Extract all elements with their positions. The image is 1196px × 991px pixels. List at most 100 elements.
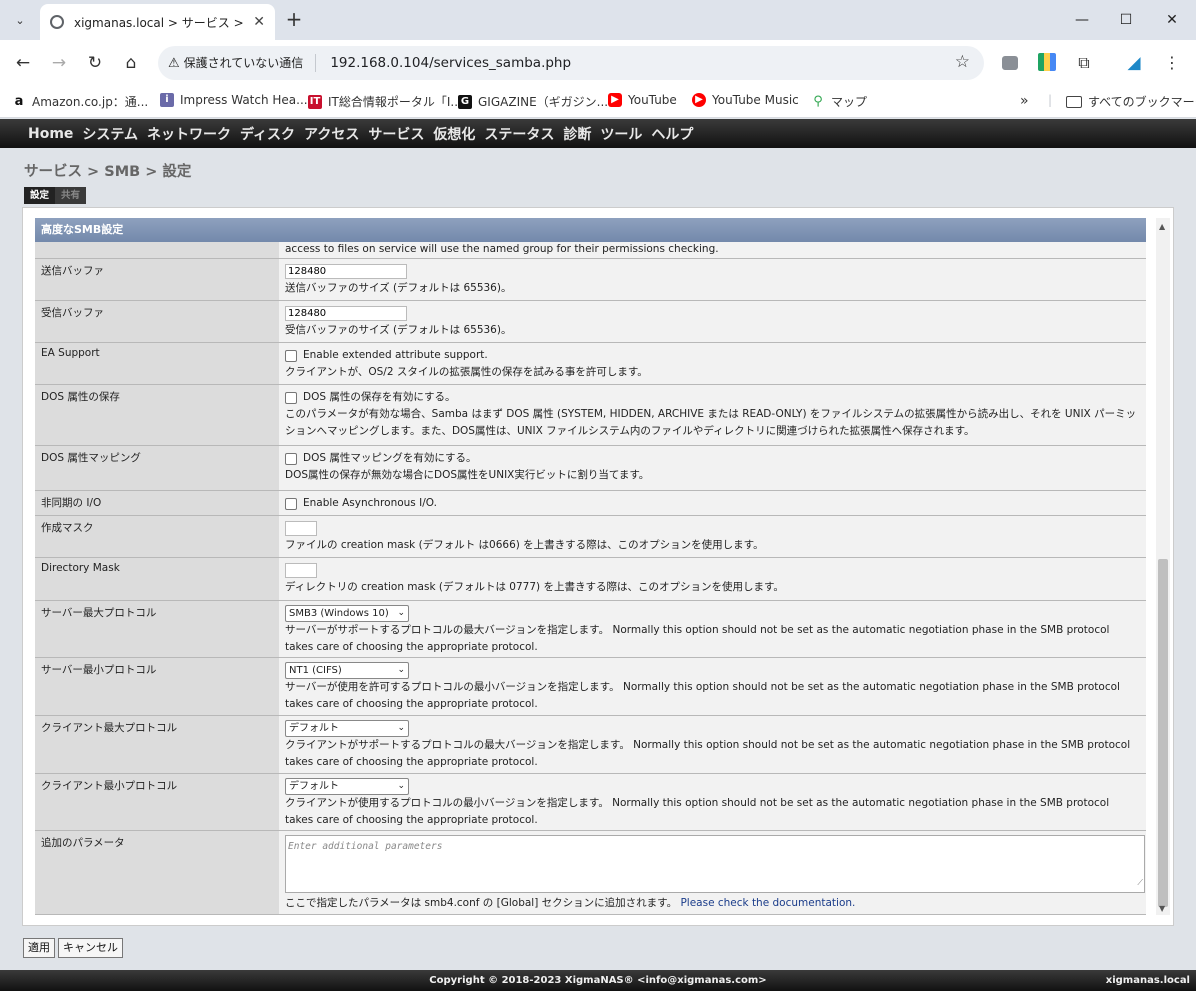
cancel-button[interactable]: キャンセル bbox=[58, 938, 123, 958]
ea-support-checkbox[interactable] bbox=[285, 349, 297, 362]
row-label: 非同期の I/O bbox=[35, 491, 279, 515]
tab-search-chevron-icon[interactable]: ⌄ bbox=[8, 8, 32, 32]
tab-shares[interactable]: 共有 bbox=[55, 187, 86, 204]
table-row: DOS 属性マッピング DOS 属性マッピングを有効にする。 DOS属性の保存が無… bbox=[35, 446, 1146, 491]
bookmarks-bar: a Amazon.co.jp：通... i Impress Watch Hea...… bbox=[0, 86, 1196, 118]
nav-disks[interactable]: ディスク bbox=[240, 124, 295, 144]
bookmark-label: YouTube bbox=[628, 93, 677, 107]
nav-services[interactable]: サービス bbox=[368, 124, 424, 144]
send-buffer-input[interactable] bbox=[285, 264, 407, 279]
browser-tab[interactable]: xigmanas.local > サービス > SMB ✕ bbox=[40, 4, 275, 40]
table-row: 非同期の I/O Enable Asynchronous I/O. bbox=[35, 491, 1146, 516]
url-text[interactable]: 192.168.0.104/services_samba.php bbox=[330, 55, 571, 71]
async-io-checkbox[interactable] bbox=[285, 497, 297, 510]
client-max-protocol-select[interactable]: デフォルト ⌄ bbox=[285, 720, 409, 737]
nav-diagnostics[interactable]: 診断 bbox=[563, 124, 591, 144]
nav-status[interactable]: ステータス bbox=[484, 124, 554, 144]
bookmark-gigazine[interactable]: G GIGAZINE（ギガジン... bbox=[458, 93, 608, 110]
hostname-text: xigmanas.local bbox=[1105, 975, 1190, 986]
server-min-protocol-select[interactable]: NT1 (CIFS) ⌄ bbox=[285, 662, 409, 679]
row-label: 受信バッファ bbox=[35, 301, 279, 342]
maximize-icon[interactable]: ☐ bbox=[1112, 8, 1140, 32]
select-value: デフォルト bbox=[289, 723, 339, 734]
documentation-link[interactable]: Please check the documentation. bbox=[680, 897, 855, 909]
select-value: NT1 (CIFS) bbox=[289, 665, 342, 676]
scroll-up-arrow-icon[interactable]: ▲ bbox=[1159, 222, 1165, 231]
bookmark-label: IT総合情報ポータル「I... bbox=[328, 95, 462, 109]
dos-map-checkbox[interactable] bbox=[285, 452, 297, 465]
nav-help[interactable]: ヘルプ bbox=[651, 124, 693, 144]
home-icon[interactable]: ⌂ bbox=[119, 52, 143, 74]
client-min-protocol-select[interactable]: デフォルト ⌄ bbox=[285, 778, 409, 795]
dolphin-extension-icon[interactable]: ◢ bbox=[1122, 52, 1146, 74]
nav-network[interactable]: ネットワーク bbox=[147, 124, 231, 144]
resize-grip-icon[interactable]: ⟋ bbox=[1137, 874, 1143, 891]
it-icon: IT bbox=[308, 94, 322, 109]
nav-virtualization[interactable]: 仮想化 bbox=[433, 124, 475, 144]
youtube-icon: ▶ bbox=[608, 93, 622, 107]
row-desc: クライアントが、OS/2 スタイルの拡張属性の保存を試みる事を許可します。 bbox=[285, 366, 648, 378]
tab-close-icon[interactable]: ✕ bbox=[253, 14, 265, 30]
row-desc: 受信バッファのサイズ (デフォルトは 65536)。 bbox=[285, 324, 512, 336]
nav-tools[interactable]: ツール bbox=[600, 124, 642, 144]
security-label[interactable]: 保護されていない通信 bbox=[184, 54, 317, 72]
row-label: DOS 属性の保存 bbox=[35, 385, 279, 445]
back-arrow-icon[interactable]: ← bbox=[11, 52, 35, 74]
apply-button[interactable]: 適用 bbox=[23, 938, 55, 958]
bookmark-amazon[interactable]: a Amazon.co.jp：通... bbox=[12, 93, 148, 110]
table-row: クライアント最小プロトコル デフォルト ⌄ クライアントが使用するプロトコルの最小バ… bbox=[35, 774, 1146, 831]
directory-mask-input[interactable] bbox=[285, 563, 317, 578]
checkbox-label: DOS 属性マッピングを有効にする。 bbox=[303, 452, 477, 464]
chevron-down-icon: ⌄ bbox=[397, 608, 405, 618]
bookmark-star-icon[interactable]: ☆ bbox=[955, 52, 970, 72]
all-bookmarks-label: すべてのブックマーク bbox=[1088, 95, 1196, 109]
impress-icon: i bbox=[160, 93, 174, 107]
bookmark-youtube-music[interactable]: ▶ YouTube Music bbox=[692, 93, 799, 107]
new-tab-plus-icon[interactable]: + bbox=[284, 8, 304, 32]
nav-home[interactable]: Home bbox=[28, 126, 73, 142]
amazon-icon: a bbox=[12, 94, 26, 109]
additional-parameters-textarea[interactable]: Enter additional parameters ⟋ bbox=[285, 835, 1145, 893]
reload-icon[interactable]: ↻ bbox=[83, 52, 107, 74]
create-mask-input[interactable] bbox=[285, 521, 317, 536]
close-window-icon[interactable]: ✕ bbox=[1158, 8, 1186, 32]
row-label: EA Support bbox=[35, 343, 279, 384]
settings-panel: 高度なSMB設定 access to files on service will… bbox=[22, 207, 1174, 926]
table-row: クライアント最大プロトコル デフォルト ⌄ クライアントがサポートするプロトコルの最… bbox=[35, 716, 1146, 774]
bookmark-itmedia[interactable]: IT IT総合情報ポータル「I... bbox=[308, 93, 462, 110]
nav-access[interactable]: アクセス bbox=[304, 124, 359, 144]
scrollbar-thumb[interactable] bbox=[1158, 559, 1168, 907]
extensions-puzzle-icon[interactable]: ⧉ bbox=[1072, 52, 1096, 74]
cast-icon[interactable] bbox=[1002, 56, 1018, 70]
row-label: Directory Mask bbox=[35, 558, 279, 600]
drive-icon[interactable] bbox=[1038, 53, 1056, 71]
checkbox-label: DOS 属性の保存を有効にする。 bbox=[303, 391, 456, 403]
scroll-down-arrow-icon[interactable]: ▼ bbox=[1159, 904, 1165, 913]
minimize-icon[interactable]: — bbox=[1068, 8, 1096, 32]
textarea-placeholder: Enter additional parameters bbox=[288, 841, 443, 852]
all-bookmarks[interactable]: すべてのブックマーク bbox=[1066, 93, 1196, 110]
recv-buffer-input[interactable] bbox=[285, 306, 407, 321]
row-desc: クライアントがサポートするプロトコルの最大バージョンを指定します。 Normal… bbox=[285, 739, 1131, 768]
more-bookmarks-chevron[interactable]: » bbox=[1020, 93, 1029, 109]
nav-system[interactable]: システム bbox=[82, 124, 138, 144]
address-bar[interactable]: ⚠ 保護されていない通信 192.168.0.104/services_samb… bbox=[158, 46, 984, 80]
settings-scroll-area[interactable]: 高度なSMB設定 access to files on service will… bbox=[35, 218, 1146, 915]
dos-store-checkbox[interactable] bbox=[285, 391, 297, 404]
table-row: サーバー最小プロトコル NT1 (CIFS) ⌄ サーバーが使用を許可するプロトコル… bbox=[35, 658, 1146, 716]
row-desc: DOS属性の保存が無効な場合にDOS属性をUNIX実行ビットに割り当てます。 bbox=[285, 469, 650, 481]
bookmark-maps[interactable]: ⚲ マップ bbox=[811, 93, 867, 110]
gigazine-icon: G bbox=[458, 94, 472, 109]
vertical-scrollbar[interactable]: ▲ ▼ bbox=[1156, 218, 1170, 915]
row-label: サーバー最小プロトコル bbox=[35, 658, 279, 715]
forward-arrow-icon[interactable]: → bbox=[47, 52, 71, 74]
server-max-protocol-select[interactable]: SMB3 (Windows 10) ⌄ bbox=[285, 605, 409, 622]
tab-settings[interactable]: 設定 bbox=[24, 187, 56, 204]
row-label bbox=[35, 242, 279, 258]
bookmark-impress[interactable]: i Impress Watch Hea... bbox=[160, 93, 308, 107]
table-row: 作成マスク ファイルの creation mask (デフォルト は0666) … bbox=[35, 516, 1146, 558]
tab-title: xigmanas.local > サービス > SMB bbox=[74, 15, 247, 30]
table-row: サーバー最大プロトコル SMB3 (Windows 10) ⌄ サーバーがサポートす… bbox=[35, 601, 1146, 658]
menu-kebab-icon[interactable]: ⋮ bbox=[1160, 52, 1184, 74]
bookmark-youtube[interactable]: ▶ YouTube bbox=[608, 93, 677, 107]
